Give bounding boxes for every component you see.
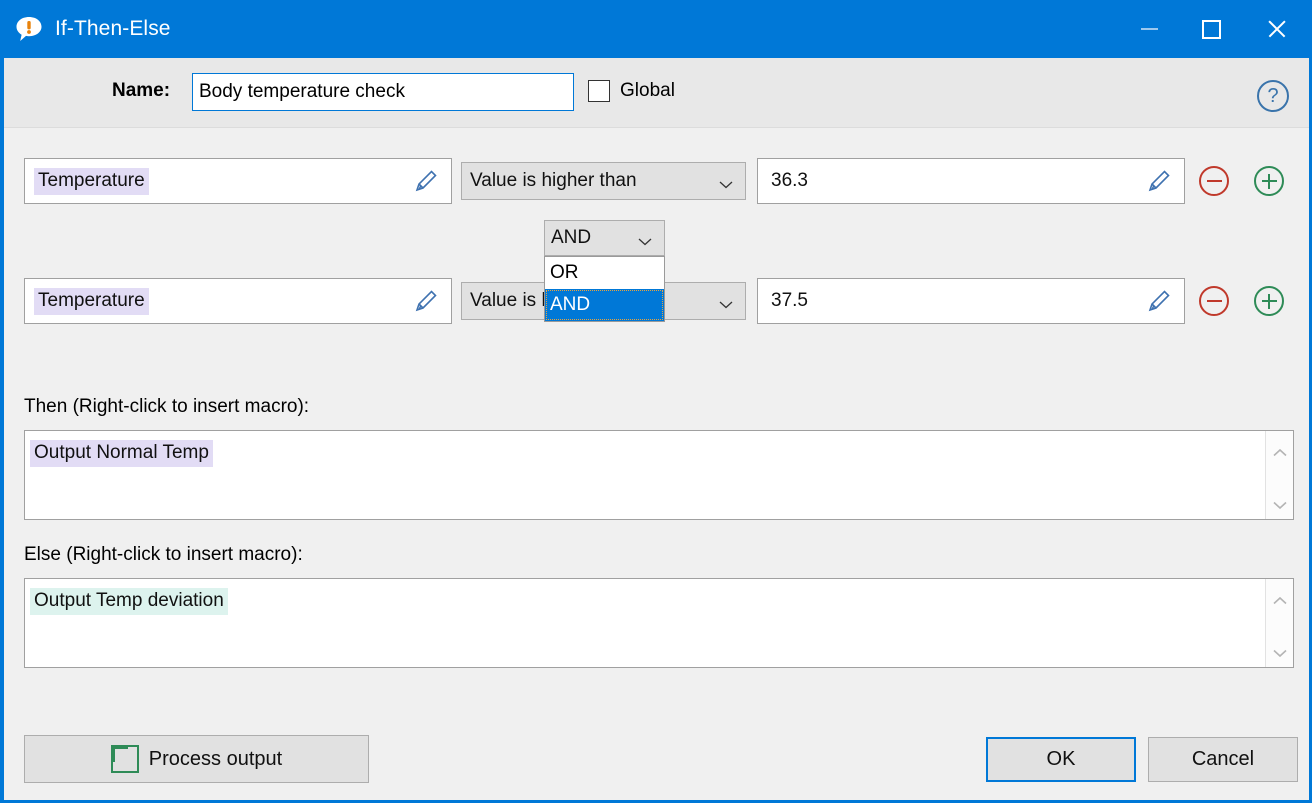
operator-value: Value is l: [470, 290, 546, 311]
else-macro-text: Output Temp deviation: [30, 588, 228, 615]
speech-bubble-exclamation-icon: [14, 14, 44, 44]
then-macro-box[interactable]: Output Normal Temp: [24, 430, 1294, 520]
maximize-icon: [1201, 19, 1221, 39]
variable-field[interactable]: Temperature: [24, 278, 452, 324]
help-icon[interactable]: ?: [1257, 80, 1289, 112]
else-scrollbar[interactable]: [1265, 579, 1293, 667]
scroll-down-icon[interactable]: [1273, 497, 1287, 510]
logic-operator-dropdown[interactable]: AND: [544, 220, 665, 256]
scroll-down-icon[interactable]: [1273, 645, 1287, 658]
minimize-button[interactable]: [1118, 0, 1180, 58]
logic-operator-value: AND: [551, 227, 592, 248]
scroll-up-icon[interactable]: [1273, 592, 1287, 605]
value-text: 37.5: [771, 289, 808, 311]
title-bar: If-Then-Else: [0, 0, 1312, 58]
name-label: Name:: [112, 80, 171, 101]
minimize-icon: [1140, 28, 1158, 30]
global-label: Global: [620, 80, 675, 101]
global-checkbox-group[interactable]: Global: [588, 80, 675, 102]
cancel-button[interactable]: Cancel: [1148, 737, 1298, 782]
name-input[interactable]: [192, 73, 574, 111]
close-button[interactable]: [1242, 0, 1312, 58]
add-condition-button[interactable]: [1254, 166, 1284, 196]
pencil-icon[interactable]: [1146, 168, 1172, 194]
circle-plus-icon: [110, 745, 139, 773]
then-macro-text: Output Normal Temp: [30, 440, 213, 467]
pencil-icon[interactable]: [413, 168, 439, 194]
variable-field[interactable]: Temperature: [24, 158, 452, 204]
else-macro-box[interactable]: Output Temp deviation: [24, 578, 1294, 668]
variable-value: Temperature: [34, 287, 149, 315]
ok-button[interactable]: OK: [986, 737, 1136, 782]
remove-condition-button[interactable]: [1199, 166, 1229, 196]
pencil-icon[interactable]: [1146, 288, 1172, 314]
chevron-down-icon: [638, 234, 652, 246]
process-output-button[interactable]: Process output: [24, 735, 369, 783]
window-title: If-Then-Else: [55, 17, 171, 40]
operator-dropdown[interactable]: Value is higher than: [461, 162, 746, 200]
logic-option-or[interactable]: OR: [545, 257, 664, 289]
else-label: Else (Right-click to insert macro):: [24, 544, 303, 565]
pencil-icon[interactable]: [413, 288, 439, 314]
scroll-up-icon[interactable]: [1273, 444, 1287, 457]
variable-value: Temperature: [34, 167, 149, 195]
close-icon: [1266, 18, 1288, 40]
then-label: Then (Right-click to insert macro):: [24, 396, 310, 417]
chevron-down-icon: [719, 297, 733, 309]
operator-value: Value is higher than: [470, 170, 637, 191]
value-text: 36.3: [771, 169, 808, 191]
value-field[interactable]: 36.3: [757, 158, 1185, 204]
then-scrollbar[interactable]: [1265, 431, 1293, 519]
maximize-button[interactable]: [1180, 0, 1242, 58]
value-field[interactable]: 37.5: [757, 278, 1185, 324]
process-output-label: Process output: [148, 747, 283, 770]
global-checkbox[interactable]: [588, 80, 610, 102]
if-then-else-dialog: If-Then-Else Name: Global ? Temperature: [0, 0, 1312, 803]
logic-operator-option-list: OR AND: [544, 256, 665, 322]
condition-row: Temperature Value is higher than 36.3: [4, 158, 1309, 204]
logic-option-and[interactable]: AND: [545, 289, 664, 321]
add-condition-button[interactable]: [1254, 286, 1284, 316]
name-band: Name: Global: [4, 58, 1309, 128]
chevron-down-icon: [719, 177, 733, 189]
remove-condition-button[interactable]: [1199, 286, 1229, 316]
window-controls: [1118, 0, 1312, 58]
